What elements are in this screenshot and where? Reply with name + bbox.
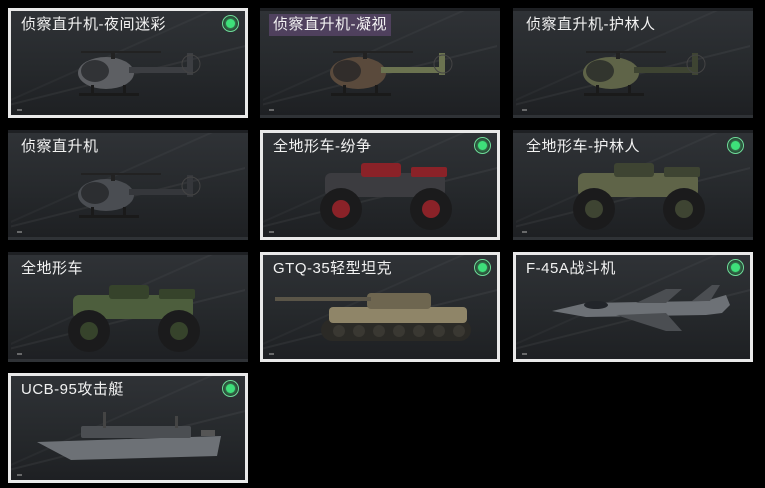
vehicle-name: 侦察直升机-凝视: [269, 14, 391, 36]
owned-indicator-icon: [474, 259, 491, 276]
owned-indicator-icon: [474, 137, 491, 154]
vehicle-card[interactable]: 侦察直升机: [8, 130, 248, 240]
owned-indicator-icon: [222, 15, 239, 32]
vehicle-card[interactable]: GTQ-35轻型坦克: [260, 252, 500, 362]
vehicle-name: UCB-95攻击艇: [21, 381, 124, 398]
vehicle-name: 全地形车-护林人: [526, 138, 640, 155]
owned-indicator-icon: [222, 380, 239, 397]
vehicle-skin-grid: 侦察直升机-夜间迷彩 侦察直升机-凝视 侦察直升机-护林人 侦察直升机 全地形车…: [0, 0, 765, 488]
vehicle-card[interactable]: 全地形车-护林人: [513, 130, 753, 240]
vehicle-card[interactable]: 侦察直升机-夜间迷彩: [8, 8, 248, 118]
vehicle-name: 全地形车-纷争: [273, 138, 372, 155]
vehicle-name: 侦察直升机-护林人: [526, 16, 656, 33]
vehicle-card[interactable]: UCB-95攻击艇: [8, 373, 248, 483]
vehicle-card[interactable]: 全地形车-纷争: [260, 130, 500, 240]
vehicle-name: 侦察直升机-夜间迷彩: [21, 16, 166, 33]
owned-indicator-icon: [727, 137, 744, 154]
vehicle-card[interactable]: 侦察直升机-护林人: [513, 8, 753, 118]
vehicle-name: 侦察直升机: [21, 138, 99, 155]
vehicle-name: GTQ-35轻型坦克: [273, 260, 393, 277]
vehicle-card[interactable]: 侦察直升机-凝视: [260, 8, 500, 118]
vehicle-card[interactable]: F-45A战斗机: [513, 252, 753, 362]
vehicle-name: 全地形车: [21, 260, 84, 277]
vehicle-card[interactable]: 全地形车: [8, 252, 248, 362]
vehicle-name: F-45A战斗机: [526, 260, 616, 277]
owned-indicator-icon: [727, 259, 744, 276]
